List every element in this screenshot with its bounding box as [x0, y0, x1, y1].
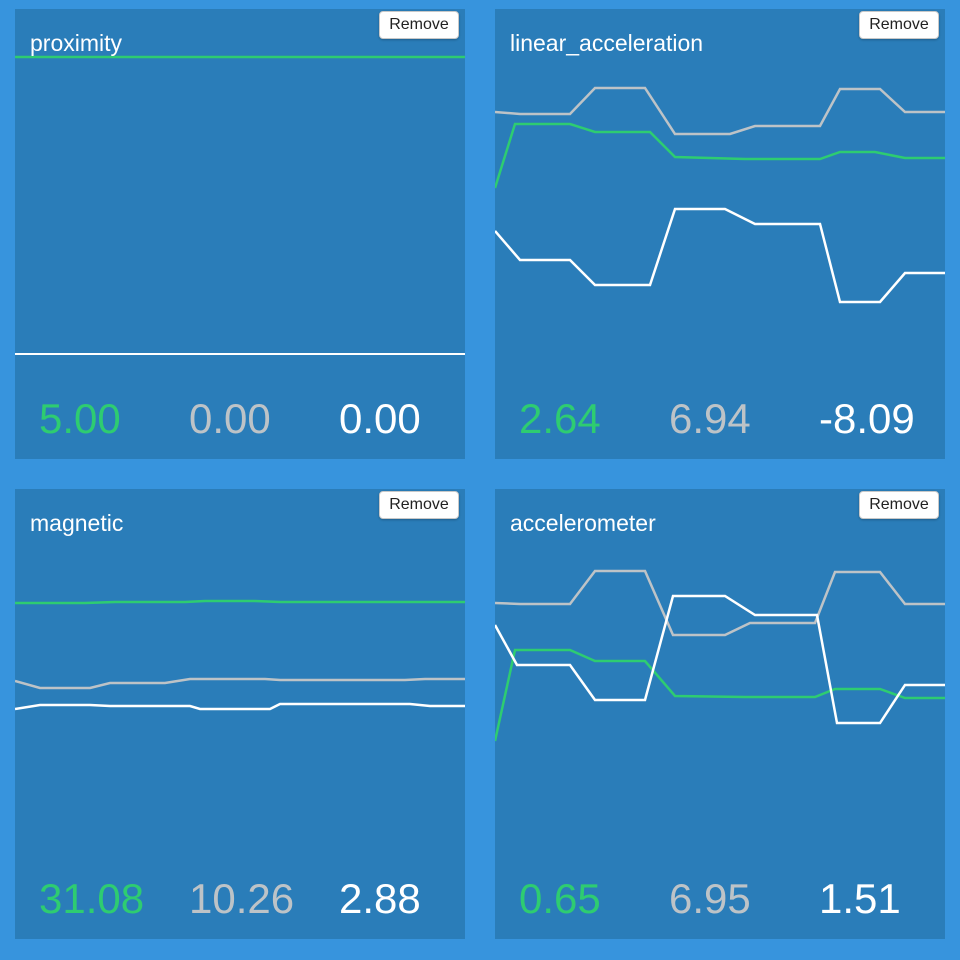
- sensor-card-linear-acceleration: linear_acceleration Remove 2.64 6.94 -8.…: [495, 9, 945, 459]
- series-line-z: [495, 594, 945, 725]
- value-y: 6.94: [669, 395, 751, 442]
- card-title: accelerometer: [510, 510, 656, 536]
- value-x: 2.64: [519, 395, 601, 442]
- value-y: 0.00: [189, 395, 271, 442]
- value-readout: 0.65 6.95 1.51: [495, 871, 945, 931]
- value-z: 1.51: [819, 875, 901, 922]
- series-line-x: [495, 648, 945, 742]
- value-x: 0.65: [519, 875, 601, 922]
- remove-button[interactable]: Remove: [379, 11, 459, 39]
- remove-button[interactable]: Remove: [859, 11, 939, 39]
- value-readout: 5.00 0.00 0.00: [15, 391, 465, 451]
- value-z: -8.09: [819, 395, 915, 442]
- value-z: 0.00: [339, 395, 421, 442]
- value-x: 31.08: [39, 875, 145, 922]
- series-line-z: [15, 702, 465, 711]
- series-line-y: [495, 569, 945, 637]
- value-x: 5.00: [39, 395, 121, 442]
- value-z: 2.88: [339, 875, 421, 922]
- card-title: linear_acceleration: [510, 30, 704, 56]
- series-line-y: [495, 86, 945, 136]
- value-y: 10.26: [189, 875, 295, 922]
- sensor-dashboard: proximity Remove 5.00 0.00 0.00 linear_a…: [0, 0, 960, 960]
- series-line-y: [15, 677, 465, 690]
- remove-button[interactable]: Remove: [379, 491, 459, 519]
- value-y: 6.95: [669, 875, 751, 922]
- sensor-card-accelerometer: accelerometer Remove 0.65 6.95 1.51: [495, 489, 945, 939]
- value-readout: 2.64 6.94 -8.09: [495, 391, 945, 451]
- card-title: proximity: [30, 30, 123, 56]
- sensor-card-magnetic: magnetic Remove 31.08 10.26 2.88: [15, 489, 465, 939]
- card-title: magnetic: [30, 510, 124, 536]
- sensor-card-proximity: proximity Remove 5.00 0.00 0.00: [15, 9, 465, 459]
- series-line-x: [15, 599, 465, 605]
- value-readout: 31.08 10.26 2.88: [15, 871, 465, 931]
- remove-button[interactable]: Remove: [859, 491, 939, 519]
- series-line-z: [495, 207, 945, 304]
